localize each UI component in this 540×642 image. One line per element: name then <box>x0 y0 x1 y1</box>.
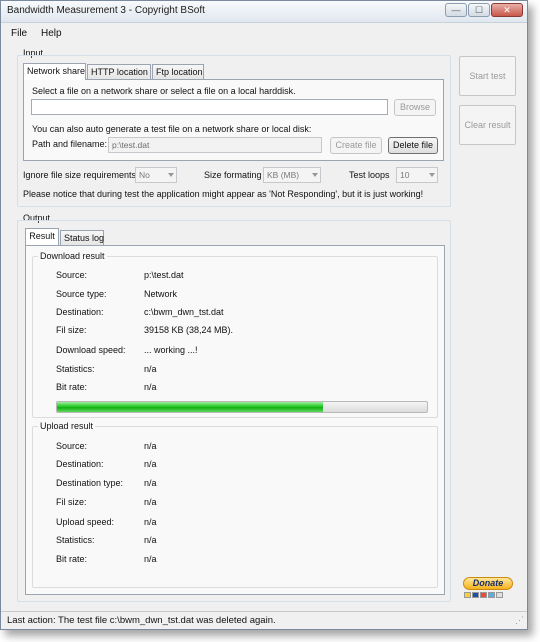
chevron-down-icon <box>168 173 174 177</box>
download-source-label: Source: <box>56 270 88 280</box>
upload-bit-rate-label: Bit rate: <box>56 554 88 564</box>
download-statistics-value: n/a <box>144 364 157 374</box>
card-icon <box>472 592 479 598</box>
download-result-title: Download result <box>38 251 107 261</box>
upload-statistics-label: Statistics: <box>56 535 95 545</box>
autogen-prompt: You can also auto generate a test file o… <box>32 124 312 134</box>
upload-destination-type-label: Destination type: <box>56 478 124 488</box>
ignore-size-label: Ignore file size requirements <box>23 170 137 180</box>
download-destination-value: c:\bwm_dwn_tst.dat <box>144 307 224 317</box>
resize-grip-icon[interactable]: ⋰ <box>515 615 524 626</box>
card-icon <box>464 592 471 598</box>
size-format-label: Size formating <box>204 170 262 180</box>
size-format-value: KB (MB) <box>267 170 300 180</box>
download-source-type-value: Network <box>144 289 178 299</box>
status-text: Last action: The test file c:\bwm_dwn_ts… <box>7 615 276 626</box>
upload-bit-rate-value: n/a <box>144 554 157 564</box>
clear-result-button[interactable]: Clear result <box>459 105 516 145</box>
upload-destination-value: n/a <box>144 459 157 469</box>
network-share-panel: Select a file on a network share or sele… <box>23 79 444 161</box>
donate-button[interactable]: Donate <box>463 577 513 590</box>
upload-speed-label: Upload speed: <box>56 517 115 527</box>
maximize-button[interactable]: ☐ <box>468 3 490 17</box>
path-filename-input[interactable]: p:\test.dat <box>108 137 322 153</box>
upload-result-group <box>32 426 438 588</box>
test-loops-combo[interactable]: 10 <box>396 167 438 183</box>
delete-file-button[interactable]: Delete file <box>388 137 438 154</box>
menu-bar: File Help <box>1 25 527 43</box>
menu-file[interactable]: File <box>11 28 27 39</box>
not-responding-notice: Please notice that during test the appli… <box>23 189 424 199</box>
download-file-size-value: 39158 KB (38,24 MB). <box>144 325 234 335</box>
window-title: Bandwidth Measurement 3 - Copyright BSof… <box>7 5 205 16</box>
upload-file-size-label: Fil size: <box>56 497 87 507</box>
tab-status-log[interactable]: Status log <box>60 230 104 246</box>
tab-result[interactable]: Result <box>25 228 59 245</box>
card-icon <box>488 592 495 598</box>
card-icon <box>480 592 487 598</box>
path-label: Path and filename: <box>32 139 108 149</box>
result-panel: Download result Source: p:\test.dat Sour… <box>25 245 445 595</box>
download-source-type-label: Source type: <box>56 289 107 299</box>
download-file-size-label: Fil size: <box>56 325 87 335</box>
upload-destination-type-value: n/a <box>144 478 157 488</box>
upload-result-title: Upload result <box>38 421 96 431</box>
status-bar: Last action: The test file c:\bwm_dwn_ts… <box>1 611 527 629</box>
ignore-size-value: No <box>139 170 150 180</box>
download-statistics-label: Statistics: <box>56 364 95 374</box>
file-path-input[interactable] <box>31 99 388 115</box>
title-bar[interactable]: Bandwidth Measurement 3 - Copyright BSof… <box>1 1 527 23</box>
download-speed-label: Download speed: <box>56 345 126 355</box>
download-destination-label: Destination: <box>56 307 104 317</box>
upload-statistics-value: n/a <box>144 535 157 545</box>
download-bit-rate-label: Bit rate: <box>56 382 88 392</box>
close-button[interactable]: ✕ <box>491 3 523 17</box>
chevron-down-icon <box>312 173 318 177</box>
test-loops-label: Test loops <box>349 170 390 180</box>
select-file-prompt: Select a file on a network share or sele… <box>32 86 296 96</box>
test-loops-value: 10 <box>400 170 410 180</box>
download-speed-value: ... working ...! <box>144 345 198 355</box>
tab-network-share[interactable]: Network share <box>23 63 86 80</box>
download-source-value: p:\test.dat <box>144 270 184 280</box>
tab-ftp-location[interactable]: Ftp location <box>152 64 204 80</box>
card-icon <box>496 592 503 598</box>
upload-source-value: n/a <box>144 441 157 451</box>
ignore-size-combo[interactable]: No <box>135 167 177 183</box>
download-progress-bar <box>56 401 428 413</box>
upload-file-size-value: n/a <box>144 497 157 507</box>
upload-source-label: Source: <box>56 441 88 451</box>
download-progress-fill <box>57 402 324 412</box>
chevron-down-icon <box>429 173 435 177</box>
browse-button[interactable]: Browse <box>394 99 436 116</box>
menu-help[interactable]: Help <box>41 28 62 39</box>
minimize-button[interactable]: — <box>445 3 467 17</box>
download-result-group <box>32 256 438 418</box>
upload-speed-value: n/a <box>144 517 157 527</box>
upload-destination-label: Destination: <box>56 459 104 469</box>
size-format-combo[interactable]: KB (MB) <box>263 167 321 183</box>
start-test-button[interactable]: Start test <box>459 56 516 96</box>
tab-http-location[interactable]: HTTP location <box>87 64 151 80</box>
download-bit-rate-value: n/a <box>144 382 157 392</box>
payment-cards-icon <box>464 592 503 599</box>
main-window: Bandwidth Measurement 3 - Copyright BSof… <box>0 0 528 630</box>
create-file-button[interactable]: Create file <box>330 137 382 154</box>
